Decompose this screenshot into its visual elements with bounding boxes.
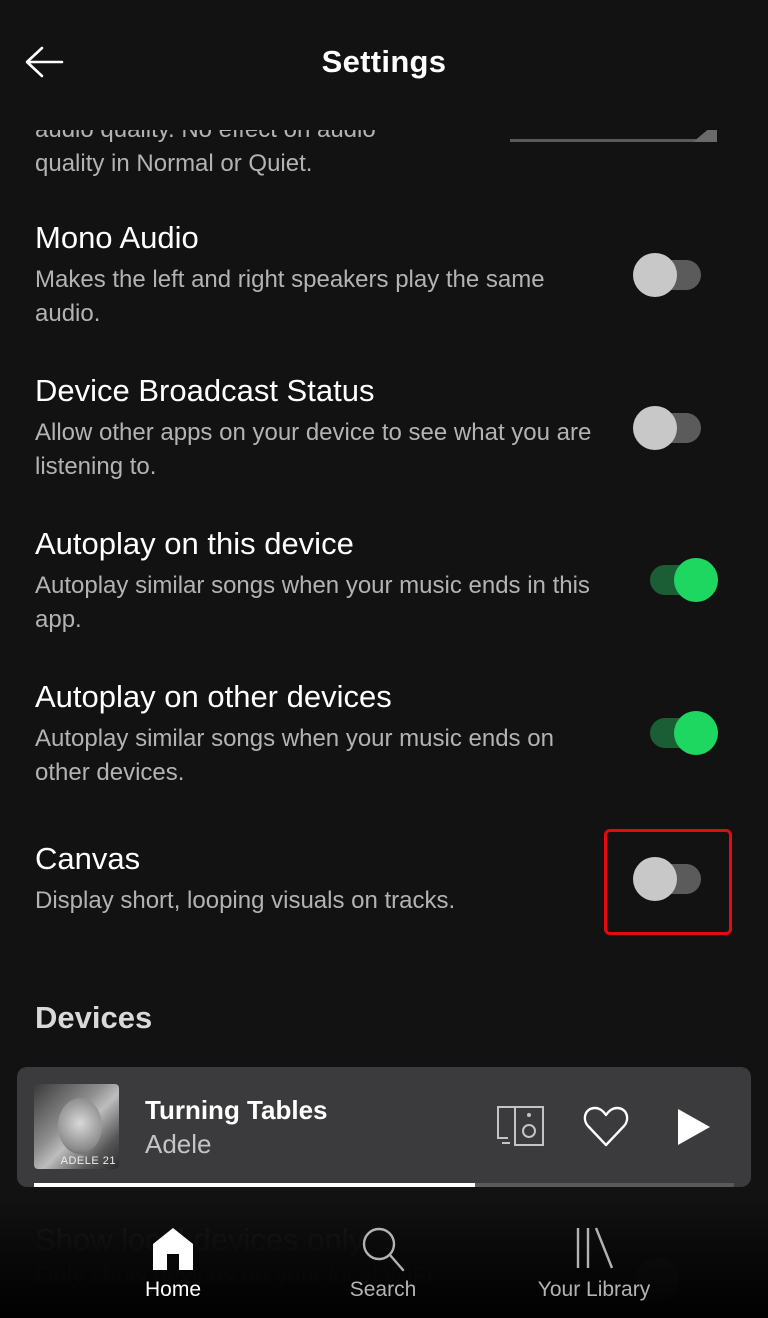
- playback-progress-bar[interactable]: [34, 1183, 734, 1187]
- search-icon: [362, 1227, 405, 1272]
- toggle-knob: [674, 558, 718, 602]
- heart-icon: [583, 1106, 629, 1147]
- track-artist: Adele: [145, 1129, 212, 1159]
- setting-device-broadcast-status: Device Broadcast Status Allow other apps…: [35, 371, 735, 484]
- home-icon: [153, 1228, 193, 1270]
- nav-label: Home: [144, 1278, 202, 1301]
- autoplay-other-devices-toggle[interactable]: [648, 711, 718, 755]
- library-icon: [576, 1227, 614, 1269]
- quality-slider-track[interactable]: [510, 139, 717, 142]
- desc-line: quality in Normal or Quiet.: [35, 150, 313, 177]
- setting-title: Autoplay on this device: [35, 526, 354, 561]
- nav-item-search[interactable]: Search: [293, 1224, 473, 1302]
- page-title: Settings: [321, 44, 447, 79]
- setting-description: Display short, looping visuals on tracks…: [35, 887, 456, 914]
- mono-audio-toggle[interactable]: [633, 253, 703, 297]
- toggle-knob: [633, 406, 677, 450]
- device-broadcast-toggle[interactable]: [633, 406, 703, 450]
- autoplay-this-device-toggle[interactable]: [648, 558, 718, 602]
- nav-label: Search: [349, 1278, 417, 1301]
- album-art-label: ADELE 21: [60, 1155, 116, 1167]
- play-icon: [678, 1109, 710, 1145]
- devices-available-icon: [497, 1106, 544, 1146]
- track-title: Turning Tables: [145, 1095, 328, 1125]
- nav-item-your-library[interactable]: Your Library: [504, 1224, 684, 1302]
- setting-description: Autoplay similar songs when your music e…: [35, 725, 554, 786]
- setting-title: Canvas: [35, 841, 141, 876]
- setting-description: Makes the left and right speakers play t…: [35, 266, 545, 327]
- setting-title: Device Broadcast Status: [35, 373, 375, 408]
- setting-description: Autoplay similar songs when your music e…: [35, 572, 590, 633]
- like-button[interactable]: [582, 1105, 630, 1149]
- play-button[interactable]: [675, 1107, 713, 1147]
- devices-available-button[interactable]: [496, 1105, 546, 1147]
- setting-autoplay-other-devices: Autoplay on other devices Autoplay simil…: [35, 677, 735, 790]
- section-heading-devices: Devices: [35, 1000, 153, 1035]
- playback-progress-fill: [34, 1183, 475, 1187]
- top-bar: Settings: [0, 0, 768, 130]
- setting-autoplay-this-device: Autoplay on this device Autoplay similar…: [35, 524, 735, 637]
- canvas-toggle[interactable]: [633, 857, 703, 901]
- album-art: ADELE 21: [34, 1084, 119, 1169]
- now-playing-bar[interactable]: ADELE 21 Turning Tables Adele: [17, 1067, 751, 1187]
- setting-title: Autoplay on other devices: [35, 679, 392, 714]
- toggle-knob: [633, 253, 677, 297]
- nav-item-home[interactable]: Home: [83, 1224, 263, 1302]
- nav-label: Your Library: [537, 1278, 651, 1301]
- setting-canvas: Canvas Display short, looping visuals on…: [35, 839, 735, 918]
- toggle-knob: [633, 857, 677, 901]
- toggle-knob: [674, 711, 718, 755]
- bottom-navigation: Home Search Your Library: [0, 1200, 768, 1318]
- album-art-portrait: [58, 1098, 102, 1154]
- setting-mono-audio: Mono Audio Makes the left and right spea…: [35, 218, 735, 331]
- setting-description: Allow other apps on your device to see w…: [35, 419, 592, 480]
- setting-title: Mono Audio: [35, 220, 199, 255]
